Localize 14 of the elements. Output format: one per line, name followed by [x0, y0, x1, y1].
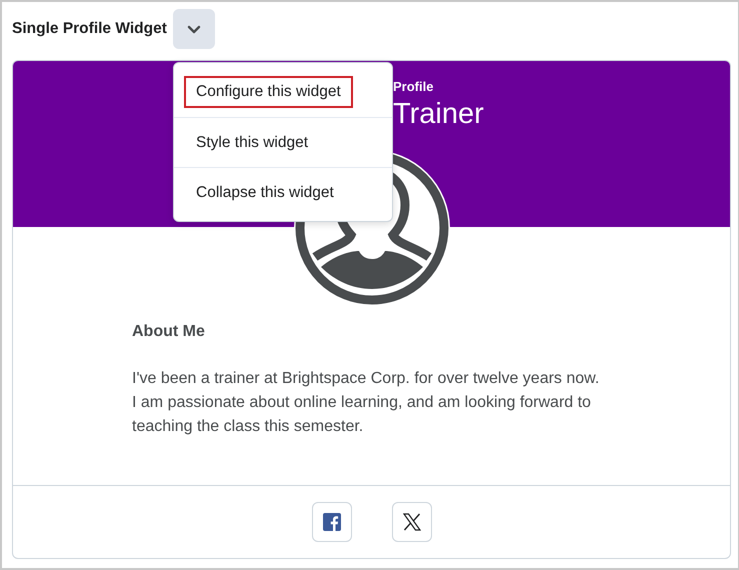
chevron-down-icon — [186, 24, 201, 34]
menu-item[interactable]: Style this widget — [174, 117, 392, 167]
widget-title: Single Profile Widget — [12, 20, 167, 38]
facebook-icon — [322, 513, 340, 531]
about-text: I've been a trainer at Brightspace Corp. for over twelve years now. I am passionate about online learning, and am looking forward to teaching the class this semester. — [132, 369, 600, 437]
about-heading: About Me — [132, 323, 205, 341]
x-button[interactable] — [392, 502, 432, 542]
widget-menu-button[interactable] — [172, 9, 215, 49]
menu-item[interactable]: Configure this widget — [174, 67, 392, 117]
x-logo-icon — [402, 513, 420, 531]
menu-item[interactable]: Collapse this widget — [174, 167, 392, 217]
banner-subtitle: Profile — [393, 79, 434, 94]
facebook-button[interactable] — [312, 502, 352, 542]
profile-name: Trainer — [393, 98, 484, 131]
